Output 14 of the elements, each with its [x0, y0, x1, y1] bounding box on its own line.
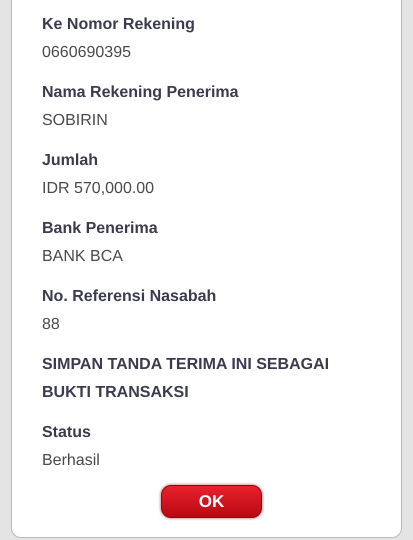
field-value: 0660690395 — [42, 43, 132, 63]
ok-button[interactable]: OK — [161, 485, 262, 518]
receipt-notice: SIMPAN TANDA TERIMA INI SEBAGAI BUKTI TRANSAKSI — [42, 355, 330, 403]
status-value: Berhasil — [42, 451, 101, 471]
field-value: BANK BCA — [42, 247, 124, 267]
field-label: Bank Penerima — [42, 219, 159, 239]
field-value: 88 — [42, 315, 61, 335]
field-label: Nama Rekening Penerima — [42, 83, 240, 103]
field-value: IDR 570,000.00 — [42, 179, 156, 199]
field-label: Jumlah — [42, 151, 100, 171]
field-label: Ke Nomor Rekening — [42, 15, 196, 35]
status-label: Status — [42, 423, 92, 443]
field-label: No. Referensi Nasabah — [42, 287, 218, 307]
field-value: SOBIRIN — [42, 111, 109, 131]
